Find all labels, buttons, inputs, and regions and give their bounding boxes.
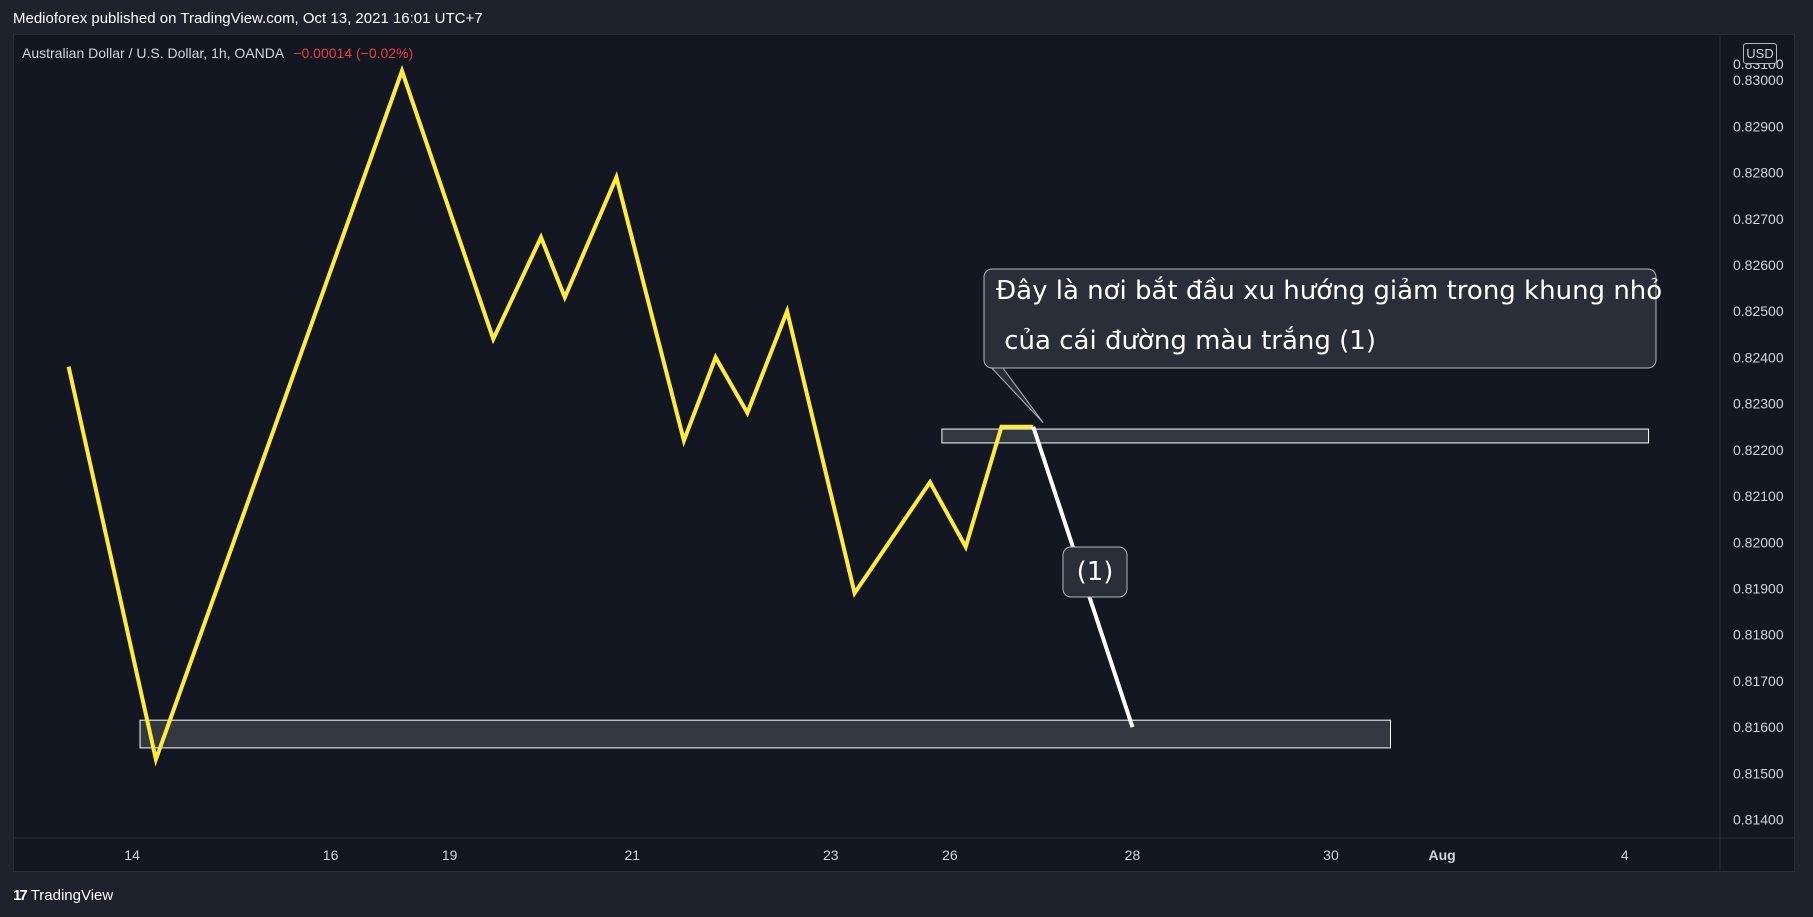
price-tick-label: 0.82500 [1733, 303, 1784, 319]
price-tick-label: 0.82300 [1733, 396, 1784, 412]
symbol-label[interactable]: Australian Dollar / U.S. Dollar, 1h, OAN… [22, 45, 283, 61]
price-tick-label: 0.81800 [1733, 627, 1784, 643]
price-tick-label: 0.81600 [1733, 719, 1784, 735]
time-tick-label: 23 [823, 847, 839, 863]
chart-svg[interactable]: 0.831000.830000.829000.828000.827000.826… [0, 0, 1813, 917]
callout-text: của cái đường màu trắng (1) [996, 325, 1376, 356]
zones-layer[interactable] [139, 428, 1650, 749]
price-tick-label: 0.82900 [1733, 118, 1784, 134]
callout-pointer [986, 363, 1044, 424]
time-tick-label: 16 [323, 847, 339, 863]
time-tick-label: 28 [1125, 847, 1141, 863]
price-change: −0.00014 (−0.02%) [293, 45, 414, 61]
tradingview-logo[interactable]: 17 TradingView [13, 887, 113, 904]
price-tick-label: 0.82800 [1733, 165, 1784, 181]
chart-legend[interactable]: Australian Dollar / U.S. Dollar, 1h, OAN… [22, 45, 413, 61]
price-tick-label: 0.81500 [1733, 765, 1784, 781]
zone-rectangle[interactable] [941, 428, 1650, 444]
price-line-series[interactable] [66, 64, 1034, 767]
time-tick-label: 21 [624, 847, 640, 863]
bottom-bar [0, 872, 1813, 917]
price-tick-label: 0.81400 [1733, 812, 1784, 828]
time-tick-label: 14 [124, 847, 140, 863]
price-tick-label: 0.82600 [1733, 257, 1784, 273]
price-tick-label: 0.82100 [1733, 488, 1784, 504]
price-tick-label: 0.83000 [1733, 72, 1784, 88]
lines-layer[interactable] [66, 64, 1135, 767]
time-tick-label: 30 [1323, 847, 1339, 863]
callout-text: (1) [1077, 557, 1114, 587]
zone-rectangle[interactable] [139, 719, 1392, 749]
price-tick-label: 0.82700 [1733, 211, 1784, 227]
callout-text: Đây là nơi bắt đầu xu hướng giảm trong k… [996, 275, 1662, 306]
tradingview-wordmark: TradingView [30, 887, 114, 904]
price-tick-label: 0.81900 [1733, 580, 1784, 596]
currency-badge[interactable]: USD [1743, 43, 1777, 64]
time-tick-label: 19 [442, 847, 458, 863]
price-tick-label: 0.82000 [1733, 534, 1784, 550]
price-tick-label: 0.82200 [1733, 442, 1784, 458]
price-tick-label: 0.82400 [1733, 349, 1784, 365]
tradingview-logo-icon: 17 [13, 887, 28, 904]
time-tick-label: Aug [1429, 847, 1456, 863]
time-tick-label: 4 [1621, 847, 1629, 863]
price-tick-label: 0.81700 [1733, 673, 1784, 689]
time-tick-label: 26 [942, 847, 958, 863]
